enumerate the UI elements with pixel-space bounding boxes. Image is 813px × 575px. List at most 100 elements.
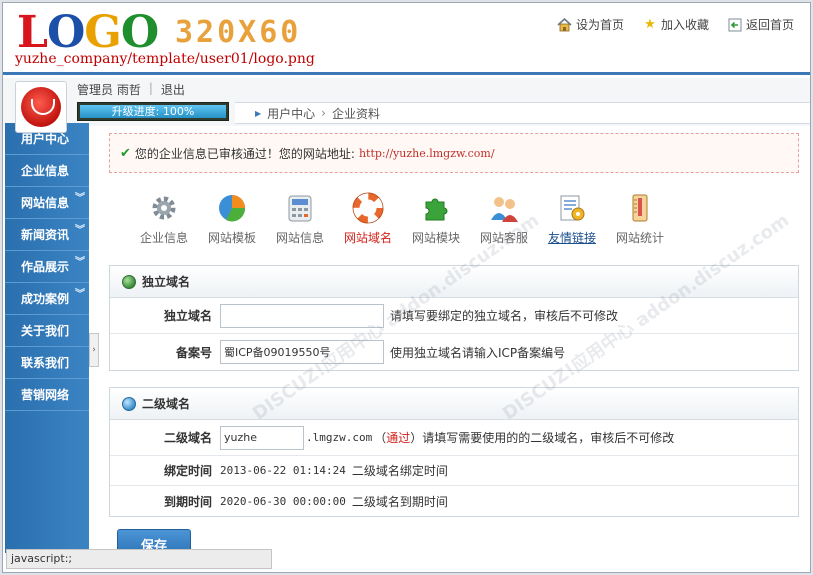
tool-label: 网站模块: [411, 231, 460, 245]
avatar-logo-icon: [21, 87, 61, 127]
sidebar-item-label: 企业信息: [21, 164, 70, 178]
field-label: 二级域名: [163, 431, 212, 445]
star-icon: ★: [644, 17, 656, 32]
set-homepage-link[interactable]: 设为首页: [557, 16, 624, 33]
sidebar-item-company-info[interactable]: 企业信息: [5, 155, 89, 187]
status-badge: 通过: [386, 431, 411, 445]
chevron-right-icon: ›: [321, 106, 326, 120]
panel-title: 二级域名: [142, 397, 191, 411]
sidebar-collapse-handle[interactable]: ›: [89, 333, 99, 367]
panel-header: 二级域名: [110, 388, 798, 420]
breadcrumb-user-center[interactable]: 用户中心: [267, 105, 315, 122]
field-hint: 使用独立域名请输入ICP备案编号: [390, 345, 566, 360]
logout-link[interactable]: 退出: [161, 81, 185, 98]
field-hint: 请填写需要使用的的二级域名，审核后不可修改: [422, 431, 675, 445]
sidebar-item-cases[interactable]: 成功案例 ︾: [5, 283, 89, 315]
sidebar-item-marketing[interactable]: 营销网络: [5, 379, 89, 411]
double-chevron-down-icon: ︾: [75, 225, 85, 236]
top-links: 设为首页 ★ 加入收藏 返回首页: [557, 16, 794, 33]
globe-icon: [122, 274, 136, 289]
back-icon: [727, 17, 743, 33]
logo: LOGO: [17, 7, 159, 58]
lifebuoy-icon: [351, 191, 385, 225]
expire-time-row: 到期时间 2020-06-30 00:00:00 二级域名到期时间: [110, 486, 798, 516]
logo-size-text: 320X60: [175, 15, 302, 50]
sidebar-item-site-info[interactable]: 网站信息 ︾: [5, 187, 89, 219]
breadcrumb: ▶ 用户中心 › 企业资料: [235, 102, 810, 124]
field-hint: 二级域名到期时间: [351, 494, 448, 509]
app-window: LOGO 320X60 yuzhe_company/template/user0…: [2, 2, 811, 573]
bind-time-row: 绑定时间 2013-06-22 01:14:24 二级域名绑定时间: [110, 456, 798, 486]
back-homepage-label: 返回首页: [745, 18, 794, 32]
header: LOGO 320X60 yuzhe_company/template/user0…: [3, 3, 810, 75]
independent-domain-input[interactable]: [220, 303, 384, 328]
user-role-name: 管理员 雨哲: [77, 83, 141, 97]
sidebar-item-news[interactable]: 新闻资讯 ︾: [5, 219, 89, 251]
icp-row: 备案号 使用独立域名请输入ICP备案编号: [110, 334, 798, 370]
field-label: 到期时间: [163, 494, 212, 509]
independent-domain-row: 独立域名 请填写要绑定的独立域名，审核后不可修改: [110, 298, 798, 334]
field-hint: 二级域名绑定时间: [351, 464, 448, 478]
tool-label: 企业信息: [139, 231, 188, 245]
add-favorite-label: 加入收藏: [660, 18, 709, 32]
icp-number-input[interactable]: [220, 340, 384, 364]
sidebar-item-label: 作品展示: [21, 260, 70, 274]
approval-notice: ✔ 您的企业信息已审核通过！您的网站地址: http://yuzhe.lmgzw…: [109, 133, 799, 173]
sidebar: 用户中心 企业信息 网站信息 ︾ 新闻资讯 ︾ 作品展示 ︾ 成功案例 ︾ 关于我们 联…: [5, 123, 89, 553]
independent-domain-panel: 独立域名 独立域名 请填写要绑定的独立域名，审核后不可修改 备案号 使用独立域名…: [109, 265, 799, 371]
panel-title: 独立域名: [142, 275, 191, 289]
tool-label: 友情链接: [547, 231, 596, 245]
main-content: ✔ 您的企业信息已审核通过！您的网站地址: http://yuzhe.lmgzw…: [109, 133, 799, 559]
tool-site-service[interactable]: 网站客服: [473, 191, 535, 265]
bind-time-value: 2013-06-22 01:14:24: [220, 464, 346, 477]
sidebar-item-about[interactable]: 关于我们: [5, 315, 89, 347]
site-url-link[interactable]: http://yuzhe.lmgzw.com/: [359, 147, 495, 160]
sidebar-item-label: 关于我们: [21, 324, 70, 338]
domain-status: （通过）: [374, 431, 423, 445]
tool-site-stats[interactable]: 网站统计: [609, 191, 671, 265]
settings-page-icon: [555, 191, 589, 225]
tool-label: 网站客服: [479, 231, 528, 245]
add-favorite-link[interactable]: ★ 加入收藏: [642, 16, 709, 33]
sub-domain-input[interactable]: [220, 425, 304, 450]
pie-chart-icon: [215, 191, 249, 225]
double-chevron-down-icon: ︾: [75, 193, 85, 204]
field-hint: 请填写要绑定的独立域名，审核后不可修改: [390, 309, 619, 323]
tool-site-info[interactable]: 网站信息: [269, 191, 331, 265]
separator: |: [148, 81, 153, 95]
calculator-icon: [283, 191, 317, 225]
sidebar-item-label: 成功案例: [21, 292, 70, 306]
tool-site-template[interactable]: 网站模板: [201, 191, 263, 265]
double-chevron-down-icon: ︾: [75, 289, 85, 300]
users-icon: [487, 191, 521, 225]
breadcrumb-company-profile: 企业资料: [331, 106, 380, 121]
upgrade-progress-bar: 升级进度: 100%: [77, 102, 229, 121]
sidebar-item-contact[interactable]: 联系我们: [5, 347, 89, 379]
thermometer-icon: [623, 191, 657, 225]
tool-site-domain[interactable]: 网站域名: [337, 191, 399, 265]
avatar: [15, 81, 67, 133]
gear-icon: [147, 191, 181, 225]
set-homepage-label: 设为首页: [575, 18, 624, 32]
user-info: 管理员 雨哲 | 退出: [77, 81, 185, 98]
double-chevron-down-icon: ︾: [75, 257, 85, 268]
back-homepage-link[interactable]: 返回首页: [727, 16, 794, 33]
tool-bar: 企业信息 网站模板 网站信息 网站域名 网站模块 网站客服 友情链接 网站统计: [133, 191, 799, 265]
tool-company-info[interactable]: 企业信息: [133, 191, 195, 265]
sub-domain-panel: 二级域名 二级域名 .lmgzw.com （通过） 请填写需要使用的的二级域名，…: [109, 387, 799, 517]
sub-domain-row: 二级域名 .lmgzw.com （通过） 请填写需要使用的的二级域名，审核后不可…: [110, 420, 798, 456]
panel-header: 独立域名: [110, 266, 798, 298]
expire-time-value: 2020-06-30 00:00:00: [220, 494, 346, 508]
sidebar-item-works[interactable]: 作品展示 ︾: [5, 251, 89, 283]
user-bar: 管理员 雨哲 | 退出 升级进度: 100% ▶ 用户中心 › 企业资料: [3, 78, 810, 133]
tool-label: 网站统计: [615, 231, 664, 245]
field-label: 备案号: [175, 345, 212, 360]
upgrade-progress-fill: 升级进度: 100%: [80, 105, 226, 118]
domain-suffix: .lmgzw.com: [306, 431, 373, 444]
browser-status-bar: javascript:;: [6, 549, 272, 569]
tool-site-module[interactable]: 网站模块: [405, 191, 467, 265]
tool-friend-links[interactable]: 友情链接: [541, 191, 603, 265]
tool-label: 网站模板: [207, 231, 256, 245]
notice-text: 您的企业信息已审核通过！您的网站地址:: [134, 146, 355, 161]
tool-label: 网站信息: [275, 231, 324, 245]
